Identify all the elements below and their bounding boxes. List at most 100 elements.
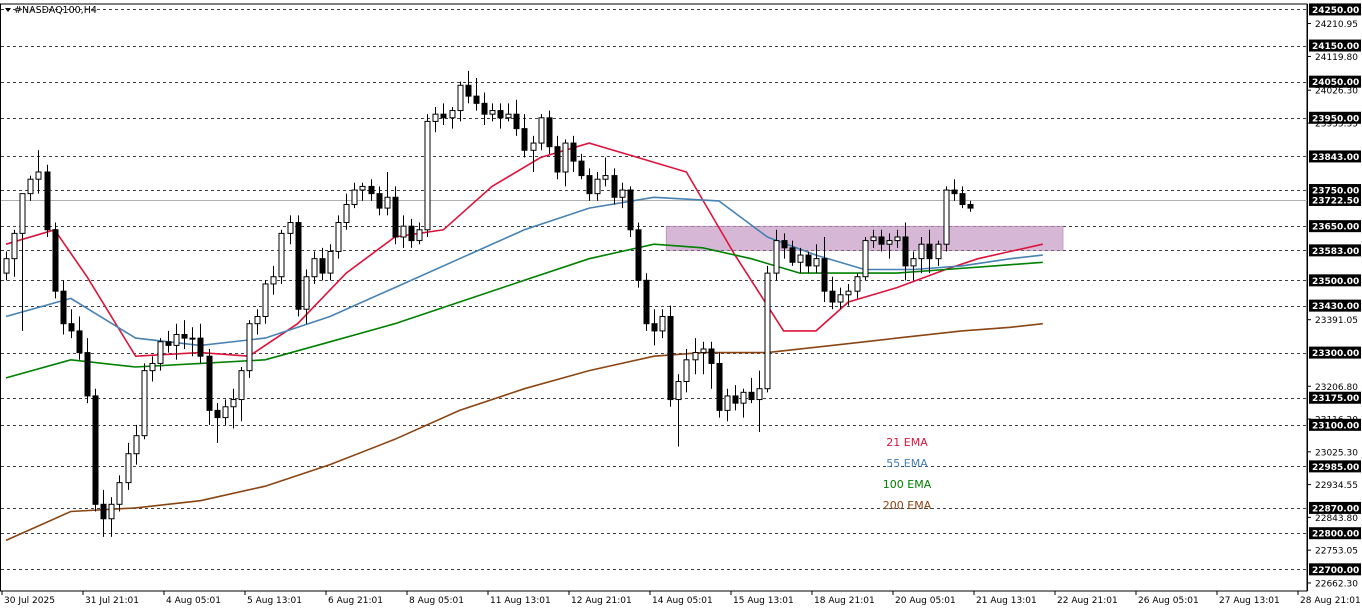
price-tick-label: 22934.55: [1315, 481, 1358, 491]
bear-candle-body: [805, 254, 812, 267]
bull-candle-body: [424, 120, 431, 231]
symbol-title: #NASDAQ100,H4: [14, 5, 97, 16]
bear-candle-body: [667, 315, 674, 401]
time-tick-label: 5 Aug 13:01: [247, 596, 302, 606]
bull-candle-body: [837, 294, 844, 303]
bear-candle-body: [197, 337, 204, 357]
candle: [667, 305, 674, 407]
bull-candle-body: [335, 222, 342, 252]
price-level-tag-text: 23500.00: [1312, 277, 1359, 287]
bull-candle-body: [303, 276, 310, 310]
bull-candle-body: [19, 193, 26, 234]
bull-candle-body: [935, 243, 942, 260]
bear-candle-body: [52, 229, 59, 292]
bear-candle-body: [513, 113, 520, 130]
chart-title: #NASDAQ100,H4: [5, 5, 97, 16]
bear-candle-body: [789, 247, 796, 263]
price-level-tag: 23300.00: [1309, 346, 1361, 359]
bull-candle-body: [659, 315, 666, 332]
price-level-tag-text: 22800.00: [1312, 530, 1359, 540]
bull-candle-body: [594, 178, 601, 195]
current-price-tag: 23722.50: [1309, 193, 1361, 206]
candle: [862, 236, 869, 281]
price-level-tag: 23100.00: [1309, 418, 1361, 431]
bull-candle-body: [278, 232, 285, 278]
bear-candle-body: [521, 128, 528, 151]
bear-candle-body: [376, 193, 383, 209]
candle: [424, 114, 431, 237]
price-level-tag-text: 22870.00: [1312, 504, 1359, 514]
bull-candle-body: [384, 196, 391, 209]
price-level-tag-text: 23843.00: [1312, 153, 1359, 163]
bull-candle-body: [854, 276, 861, 292]
bull-candle-body: [918, 243, 925, 260]
bear-candle-body: [60, 290, 67, 325]
bull-candle-body: [724, 395, 731, 411]
bull-candle-body: [862, 240, 869, 278]
current-price-tag-text: 23722.50: [1312, 196, 1359, 206]
price-level-tag: 23583.00: [1309, 244, 1361, 257]
bull-candle-body: [449, 110, 456, 119]
price-level-tag-text: 24050.00: [1312, 78, 1359, 88]
plot-frame: [0, 3, 1308, 592]
price-tick-label: 22843.80: [1315, 514, 1358, 524]
time-tick-label: 31 Jul 21:01: [85, 596, 139, 606]
price-level-tag-text: 23583.00: [1312, 247, 1359, 257]
price-level-tag: 22985.00: [1309, 460, 1361, 473]
bull-candle-body: [173, 334, 180, 346]
price-tick-label: 23025.30: [1315, 448, 1358, 458]
bear-candle-body: [92, 395, 99, 505]
legend-200-ema: 200 EMA: [883, 499, 932, 512]
bull-candle-body: [141, 370, 148, 437]
price-level-tag: 24150.00: [1309, 39, 1361, 52]
bull-candle-body: [797, 254, 804, 263]
bull-candle-body: [133, 435, 140, 455]
bull-candle-body: [457, 84, 464, 112]
price-level-tag: 22700.00: [1309, 563, 1361, 576]
bear-candle-body: [967, 203, 974, 209]
bear-candle-body: [586, 175, 593, 195]
bear-candle-body: [554, 146, 561, 173]
bear-candle-body: [44, 171, 51, 231]
time-tick-label: 8 Aug 05:01: [409, 596, 464, 606]
legend-100-ema: 100 EMA: [883, 478, 932, 491]
bull-candle-body: [11, 232, 18, 260]
chart-canvas[interactable]: #NASDAQ100,H4 24210.95 24119.80 24026.30 239…: [0, 0, 1362, 611]
price-tick-label: 23206.80: [1315, 383, 1358, 393]
price-level-tag: 24050.00: [1309, 75, 1361, 88]
bull-candle-body: [562, 142, 569, 173]
bear-candle-body: [651, 323, 658, 332]
bull-candle-body: [886, 240, 893, 245]
candle: [44, 164, 51, 237]
time-axis: 30 Jul 2025 31 Jul 21:01 4 Aug 05:01 5 Aug …: [1, 591, 1361, 606]
bull-candle-body: [870, 236, 877, 242]
bear-candle-body: [392, 196, 399, 238]
bear-candle-body: [206, 355, 213, 411]
price-tick-label: 22662.30: [1315, 579, 1358, 589]
time-tick-label: 11 Aug 13:01: [490, 596, 551, 606]
bull-candle-body: [27, 178, 34, 195]
bull-candle-body: [327, 250, 334, 274]
bull-candle-body: [351, 189, 358, 205]
time-tick-label: 18 Aug 21:01: [814, 596, 875, 606]
bear-candle-body: [465, 84, 472, 97]
bull-candle-body: [230, 399, 237, 408]
price-level-tag-text: 24150.00: [1312, 42, 1359, 52]
price-level-tag: 23843.00: [1309, 150, 1361, 163]
bull-candle-body: [35, 171, 42, 180]
bear-candle-body: [481, 102, 488, 115]
bull-candle-body: [416, 229, 423, 242]
price-level-tag-text: 23650.00: [1312, 223, 1359, 233]
price-level-tag: 22800.00: [1309, 527, 1361, 540]
bear-candle-body: [84, 352, 91, 397]
bull-candle-body: [311, 258, 318, 278]
bull-candle-body: [683, 359, 690, 382]
price-chart[interactable]: #NASDAQ100,H4 24210.95 24119.80 24026.30 239…: [0, 0, 1362, 611]
bear-candle-body: [319, 258, 326, 274]
time-tick-label: 20 Aug 05:01: [895, 596, 956, 606]
candle: [764, 265, 771, 393]
bear-candle-body: [165, 341, 172, 346]
bear-candle-body: [732, 395, 739, 404]
time-tick-label: 4 Aug 05:01: [166, 596, 221, 606]
candle: [295, 215, 302, 317]
